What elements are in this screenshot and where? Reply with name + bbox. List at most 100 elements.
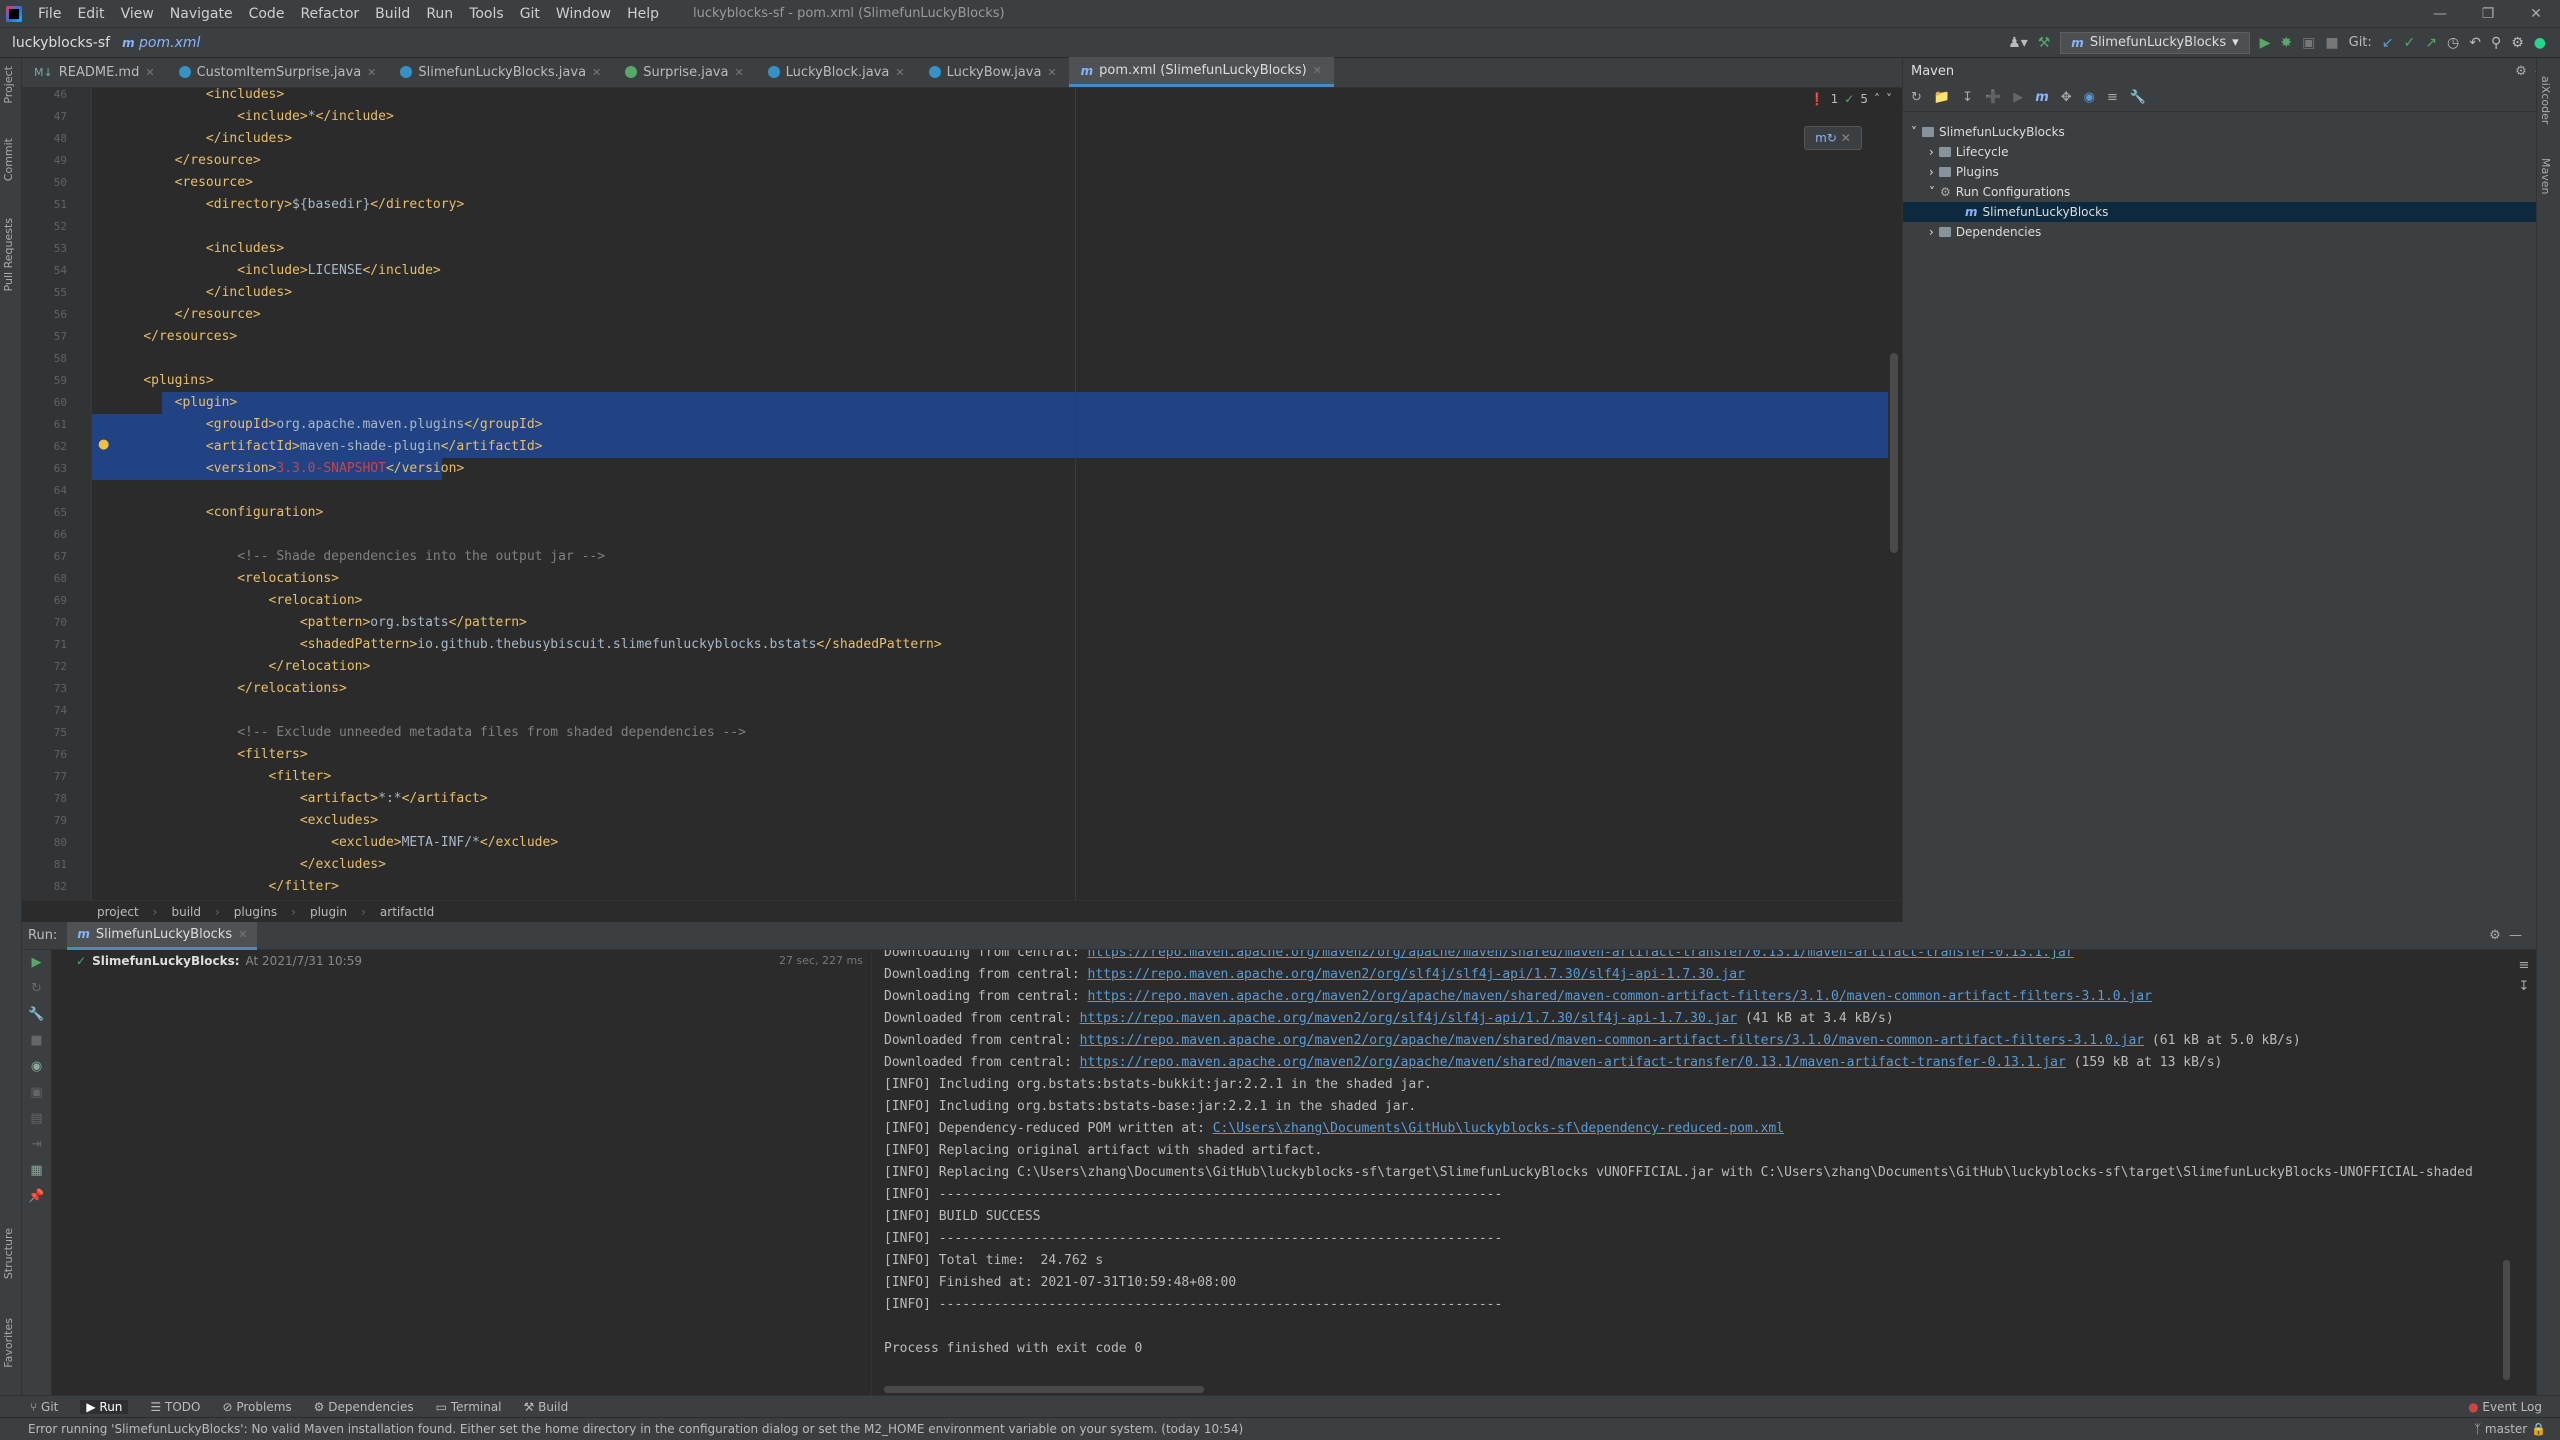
close-icon[interactable]: ✕ (1047, 66, 1056, 79)
console-vertical-scrollbar[interactable] (2503, 1260, 2510, 1380)
maven-reload-icon[interactable]: m↻ (1815, 131, 1837, 145)
run-configuration-select[interactable]: m SlimefunLuckyBlocks ▾ (2060, 31, 2250, 54)
pin-icon[interactable]: 📌 (22, 1184, 51, 1210)
exit-icon[interactable]: ⇥ (22, 1132, 51, 1158)
console-horizontal-scrollbar[interactable] (884, 1386, 1204, 1393)
tool-tab-favorites[interactable]: Favorites (2, 1318, 15, 1368)
editor-tab[interactable]: LuckyBow.java ✕ (917, 57, 1069, 87)
breadcrumb-item[interactable]: plugins (234, 905, 277, 919)
close-icon[interactable]: ✕ (895, 66, 904, 79)
console-link[interactable]: https://repo.maven.apache.org/maven2/org… (1088, 967, 1745, 982)
build-hammer-icon[interactable]: ⚒ (2038, 35, 2051, 51)
editor-tab[interactable]: Surprise.java ✕ (613, 57, 755, 87)
rollback-icon[interactable]: ↶ (2469, 35, 2481, 51)
user-icon[interactable]: ♟▾ (2008, 35, 2028, 51)
menu-run[interactable]: Run (418, 0, 461, 28)
restore-icon[interactable]: ❐ (2464, 6, 2512, 22)
editor-tab[interactable]: M↓ README.md ✕ (22, 57, 167, 87)
console-link[interactable]: C:\Users\zhang\Documents\GitHub\luckyblo… (1213, 1121, 1784, 1136)
editor-tab[interactable]: SlimefunLuckyBlocks.java ✕ (388, 57, 613, 87)
close-icon[interactable]: ✕ (592, 66, 601, 79)
plugin-icon[interactable]: ● (2534, 35, 2546, 51)
minimize-icon[interactable]: — (2416, 6, 2464, 22)
nav-project[interactable]: luckyblocks-sf (12, 35, 110, 51)
settings-gear-icon[interactable]: ⚙ (2511, 35, 2524, 51)
bottom-tool-problems[interactable]: ⊘ Problems (222, 1400, 291, 1414)
close-icon[interactable]: ✕ (238, 928, 247, 941)
chevron-up-icon[interactable]: ˄ (1874, 92, 1880, 106)
history-icon[interactable]: ◷ (2447, 35, 2459, 51)
reload-icon[interactable]: ↻ (1911, 90, 1922, 105)
close-icon[interactable]: ✕ (1841, 131, 1851, 145)
layout-icon[interactable]: ▦ (22, 1158, 51, 1184)
menu-refactor[interactable]: Refactor (292, 0, 367, 28)
maven-reload-popup[interactable]: m↻ ✕ (1804, 126, 1862, 150)
tool-tab-structure[interactable]: Structure (2, 1228, 15, 1279)
maven-dependencies-node[interactable]: › Dependencies (1929, 222, 2041, 242)
coverage-icon[interactable]: ▣ (2302, 35, 2315, 51)
intention-bulb-icon[interactable]: ● (98, 437, 109, 452)
status-message[interactable]: Error running 'SlimefunLuckyBlocks': No … (28, 1422, 1243, 1436)
editor-scrollbar[interactable] (1890, 353, 1898, 553)
maven-lifecycle-node[interactable]: › Lifecycle (1929, 142, 2008, 162)
console-link[interactable]: https://repo.maven.apache.org/maven2/org… (1080, 1055, 2066, 1070)
panel-settings-icon[interactable]: ⚙ — (2489, 928, 2536, 943)
console-link[interactable]: https://repo.maven.apache.org/maven2/org… (1088, 989, 2152, 1004)
code-editor[interactable]: 46 47 48 49 50 51 52 53 54 55 56 57 58 59 60 61 62 63 64 65… (22, 88, 1902, 900)
wrench-icon[interactable]: 🔧 (2130, 90, 2146, 105)
menu-view[interactable]: View (113, 0, 162, 28)
breadcrumb-item[interactable]: artifactId (380, 905, 434, 919)
run-icon[interactable]: ▶ (2260, 35, 2271, 51)
rerun-icon[interactable]: ▶ (22, 950, 51, 976)
bottom-tool-git[interactable]: ⑂ Git (30, 1400, 58, 1414)
close-icon[interactable]: ✕ (367, 66, 376, 79)
editor-tab[interactable]: CustomItemSurprise.java ✕ (167, 57, 389, 87)
close-icon[interactable]: ✕ (734, 66, 743, 79)
stop-icon[interactable]: ■ (22, 1028, 51, 1054)
console-link[interactable]: https://repo.maven.apache.org/maven2/org… (1080, 1011, 1737, 1026)
folder-icon[interactable]: 📁 (1934, 90, 1950, 105)
menu-navigate[interactable]: Navigate (162, 0, 241, 28)
tool-tab-aixcoder[interactable]: aiXcoder (2539, 76, 2552, 124)
menu-build[interactable]: Build (367, 0, 418, 28)
close-icon[interactable]: ✕ (2512, 6, 2560, 22)
tool-tab-maven[interactable]: Maven (2539, 158, 2552, 194)
bottom-tool-run[interactable]: ▶ Run (80, 1399, 129, 1414)
console-link[interactable]: https://repo.maven.apache.org/maven2/org… (1088, 950, 2074, 960)
inspection-widget[interactable]: ❗ 1 ✓ 5 ˄ ˅ (1810, 92, 1892, 106)
maven-run-config-item[interactable]: m SlimefunLuckyBlocks (1903, 202, 2539, 222)
bottom-tool-todo[interactable]: ☰ TODO (150, 1400, 200, 1414)
close-icon[interactable]: ✕ (1313, 64, 1322, 77)
maven-project-node[interactable]: ˅ SlimefunLuckyBlocks (1911, 122, 2065, 142)
run-tree-item[interactable]: ✓ SlimefunLuckyBlocks: At 2021/7/31 10:5… (76, 954, 362, 968)
wrench-icon[interactable]: 🔧 (22, 1002, 51, 1028)
soft-wrap-icon[interactable]: ≡ (2512, 958, 2536, 973)
run-icon[interactable]: ▶ (2013, 90, 2023, 105)
tool-tab-pull-requests[interactable]: Pull Requests (2, 218, 15, 291)
bottom-tool-terminal[interactable]: ▭ Terminal (436, 1400, 502, 1414)
scroll-to-end-icon[interactable]: ↧ (2512, 979, 2536, 994)
tool-tab-commit[interactable]: Commit (2, 138, 15, 181)
debug-icon[interactable]: ✸ (2280, 35, 2292, 51)
search-icon[interactable]: ⚲ (2491, 35, 2501, 51)
menu-edit[interactable]: Edit (69, 0, 112, 28)
nav-file[interactable]: m pom.xml (122, 35, 200, 51)
bottom-tool-dependencies[interactable]: ⚙ Dependencies (314, 1400, 414, 1414)
collapse-all-icon[interactable]: ≡ (2107, 90, 2118, 105)
camera-icon[interactable]: ▣ (22, 1080, 51, 1106)
breadcrumb-item[interactable]: project (97, 905, 139, 919)
maven-run-configurations-node[interactable]: ˅ ⚙ Run Configurations (1929, 182, 2070, 202)
event-log-button[interactable]: ● Event Log (2468, 1400, 2560, 1414)
menu-code[interactable]: Code (241, 0, 293, 28)
breadcrumb-item[interactable]: build (171, 905, 201, 919)
breadcrumb-item[interactable]: plugin (310, 905, 347, 919)
git-push-icon[interactable]: ↗ (2425, 35, 2437, 51)
editor-tab[interactable]: m pom.xml (SlimefunLuckyBlocks) ✕ (1068, 57, 1334, 87)
maven-plugins-node[interactable]: › Plugins (1929, 162, 1999, 182)
git-update-icon[interactable]: ↙ (2382, 35, 2394, 51)
run-console[interactable]: Downloading from central: https://repo.m… (872, 950, 2512, 1395)
git-branch[interactable]: ᛉ master 🔒 (2474, 1422, 2560, 1436)
git-commit-icon[interactable]: ✓ (2404, 35, 2416, 51)
close-icon[interactable]: ✕ (145, 66, 154, 79)
chevron-down-icon[interactable]: ˅ (1886, 92, 1892, 106)
